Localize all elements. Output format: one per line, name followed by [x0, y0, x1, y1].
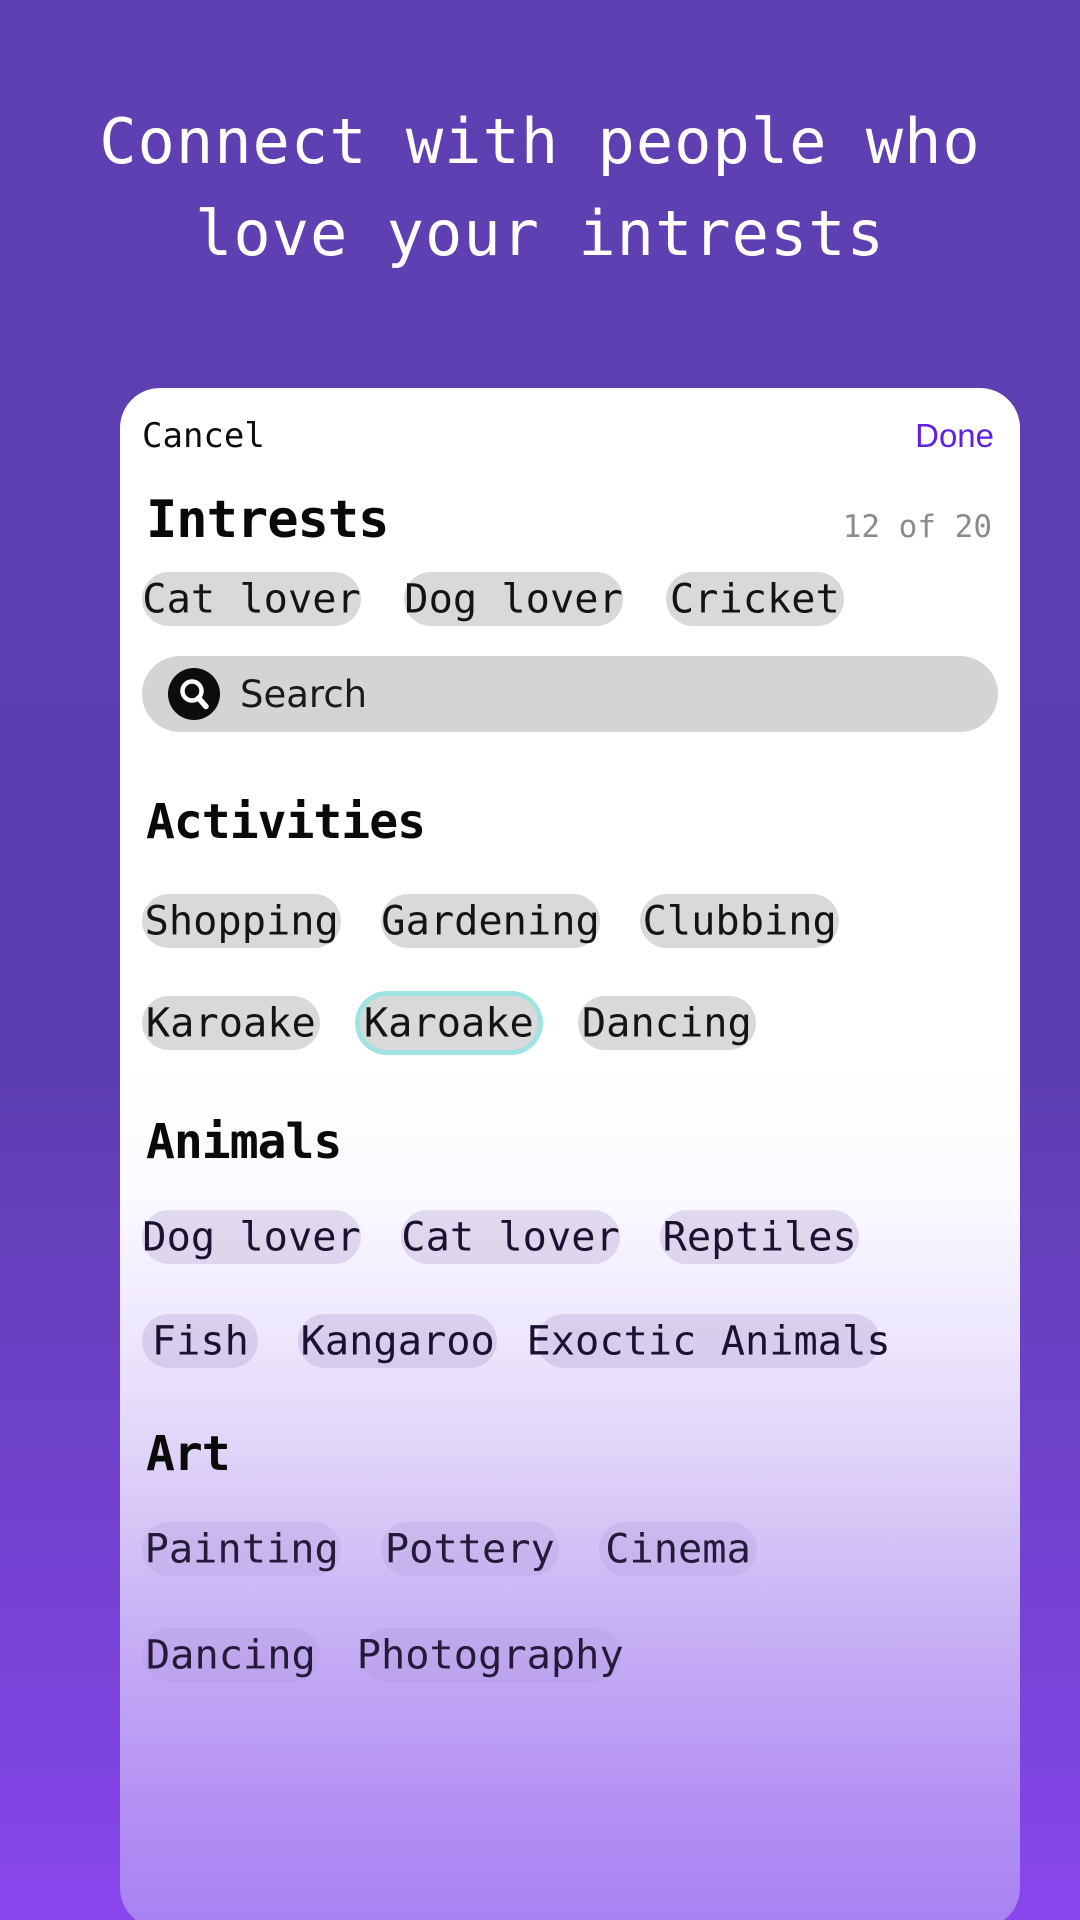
interest-chip-painting[interactable]: Painting — [142, 1522, 341, 1576]
interest-chip-gardening[interactable]: Gardening — [381, 894, 600, 948]
interest-chip-label: Dog lover — [404, 576, 623, 622]
interest-chip-label: Pottery — [385, 1526, 555, 1572]
interest-chip-label: Cricket — [670, 576, 840, 622]
selected-interests-row: Cat lover Dog lover Cricket — [120, 572, 1020, 626]
interest-group-animals: Animals Dog lover Cat lover Reptiles Fish Kan… — [120, 1114, 1020, 1368]
chip-row: Fish Kangaroo Exoctic Animals — [120, 1314, 1020, 1368]
done-button[interactable]: Done — [915, 417, 994, 455]
search-icon — [168, 668, 220, 720]
interest-chip-label: Cat lover — [401, 1214, 620, 1260]
interest-chip-label: Fish — [151, 1318, 249, 1364]
interest-chip-label: Dog lover — [142, 1214, 361, 1260]
interest-chip-label: Shopping — [144, 898, 339, 944]
section-title-art: Art — [146, 1426, 231, 1482]
interest-chip-label: Gardening — [381, 898, 600, 944]
interest-group-art: Art Painting Pottery Cinema Dancing Photograp… — [120, 1426, 1020, 1682]
interest-chip-label: Clubbing — [642, 898, 837, 944]
sheet-topbar: Cancel Done — [120, 388, 1020, 484]
interest-chip-label: Dancing — [582, 1000, 752, 1046]
selected-interest-chip[interactable]: Cricket — [666, 572, 844, 626]
interest-chip-label: Painting — [144, 1526, 339, 1572]
interest-chip-dancing[interactable]: Dancing — [578, 996, 756, 1050]
interest-chip-label: Kangaroo — [300, 1318, 495, 1364]
app-screen: Connect with people who love your intres… — [0, 0, 1080, 1920]
selection-counter: 12 of 20 — [842, 509, 992, 545]
interest-chip-exoctic-animals[interactable]: Exoctic Animals — [526, 1314, 891, 1368]
chip-row: Karoake Karoake Dancing — [120, 996, 1020, 1050]
interest-chip-label: Dancing — [146, 1632, 316, 1678]
interest-chip-cat-lover[interactable]: Cat lover — [401, 1210, 620, 1264]
interest-chip-karoake[interactable]: Karoake — [142, 996, 320, 1050]
search-placeholder: Search — [240, 672, 368, 716]
interest-chip-karoake[interactable]: Karoake — [360, 996, 538, 1050]
interest-chip-label: Photography — [356, 1632, 625, 1678]
interest-chip-cinema[interactable]: Cinema — [599, 1522, 757, 1576]
interest-groups: Activities Shopping Gardening Clubbing Karoa… — [120, 794, 1020, 1682]
interest-chip-label: Karoake — [364, 1000, 534, 1046]
chip-row: Dog lover Cat lover Reptiles — [120, 1210, 1020, 1264]
chip-row: Dancing Photography — [120, 1628, 1020, 1682]
interest-chip-reptiles[interactable]: Reptiles — [660, 1210, 859, 1264]
interest-chip-label: Cinema — [605, 1526, 751, 1572]
interest-chip-label: Exoctic Animals — [526, 1318, 891, 1364]
section-title-animals: Animals — [146, 1114, 342, 1170]
interest-chip-clubbing[interactable]: Clubbing — [640, 894, 839, 948]
interest-chip-fish[interactable]: Fish — [142, 1314, 258, 1368]
interest-chip-label: Cat lover — [142, 576, 361, 622]
section-title-activities: Activities — [146, 794, 426, 850]
search-input[interactable]: Search — [142, 656, 998, 732]
search-wrap: Search — [120, 656, 1020, 732]
interest-chip-kangaroo[interactable]: Kangaroo — [298, 1314, 497, 1368]
sheet-title-row: Intrests 12 of 20 — [120, 484, 1020, 550]
interest-chip-label: Karoake — [146, 1000, 316, 1046]
page-title: Intrests — [146, 490, 389, 550]
page-headline: Connect with people who love your intres… — [0, 96, 1080, 280]
interest-chip-label: Reptiles — [662, 1214, 857, 1260]
cancel-button[interactable]: Cancel — [142, 416, 265, 456]
headline-line-1: Connect with people who — [99, 105, 981, 178]
interest-chip-photography[interactable]: Photography — [356, 1628, 625, 1682]
interest-chip-pottery[interactable]: Pottery — [381, 1522, 559, 1576]
chip-row: Painting Pottery Cinema — [120, 1522, 1020, 1576]
selected-interest-chip[interactable]: Dog lover — [404, 572, 623, 626]
chip-row: Shopping Gardening Clubbing — [120, 894, 1020, 948]
interest-chip-dog-lover[interactable]: Dog lover — [142, 1210, 361, 1264]
interest-chip-dancing[interactable]: Dancing — [142, 1628, 320, 1682]
selected-interest-chip[interactable]: Cat lover — [142, 572, 361, 626]
headline-line-2: love your intrests — [195, 197, 885, 270]
interests-sheet: Cancel Done Intrests 12 of 20 Cat lover D… — [120, 388, 1020, 1920]
interest-chip-shopping[interactable]: Shopping — [142, 894, 341, 948]
interest-group-activities: Activities Shopping Gardening Clubbing Karoa… — [120, 794, 1020, 1050]
